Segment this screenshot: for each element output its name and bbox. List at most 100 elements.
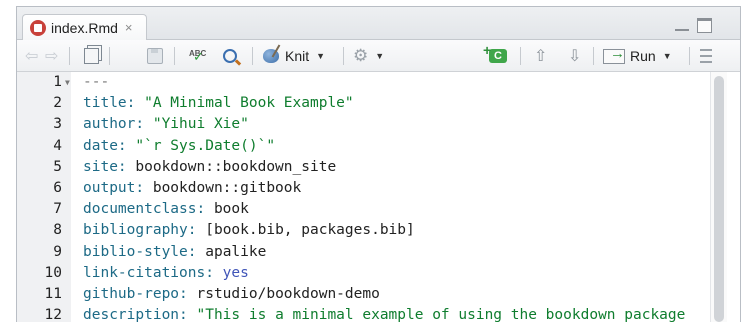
insert-chunk-button[interactable]: C xyxy=(483,43,507,66)
code-text: author: "Yihui Xie" xyxy=(83,114,249,135)
settings-dropdown-icon: ▼ xyxy=(375,51,385,61)
line-number: 9 xyxy=(53,243,62,260)
yaml-value: book xyxy=(205,201,249,218)
line-number: 12 xyxy=(44,307,62,322)
vertical-scrollbar[interactable] xyxy=(710,72,727,322)
yaml-key: author: xyxy=(83,116,145,133)
yaml-key: site: xyxy=(83,158,127,175)
code-line[interactable]: 6 output: bookdown::gitbook xyxy=(17,178,707,199)
toolbar-divider xyxy=(343,47,344,65)
scrollbar-thumb[interactable] xyxy=(714,76,724,322)
yaml-value: bookdown::gitbook xyxy=(144,179,302,196)
code-text: --- xyxy=(83,72,109,93)
tab-strip: index.Rmd × xyxy=(17,7,740,40)
run-button[interactable]: Run ▼ xyxy=(603,45,672,66)
line-number: 5 xyxy=(53,158,62,175)
maximize-pane-icon[interactable] xyxy=(697,18,712,33)
tab-close-icon[interactable]: × xyxy=(125,20,133,35)
spellcheck-button[interactable]: ABC ✓ xyxy=(189,44,211,64)
code-line[interactable]: 9 biblio-style: apalike xyxy=(17,242,707,263)
show-in-new-window-button[interactable] xyxy=(84,46,99,66)
code-text: documentclass: book xyxy=(83,199,249,220)
knit-label: Knit xyxy=(285,48,310,64)
toolbar-divider xyxy=(689,47,690,65)
toolbar-divider xyxy=(520,47,521,65)
code-line[interactable]: 10 link-citations: yes xyxy=(17,263,707,284)
knit-dropdown-icon: ▼ xyxy=(316,51,326,61)
yaml-key: documentclass: xyxy=(83,201,206,218)
code-text: link-citations: yes xyxy=(83,263,249,284)
yaml-value: bookdown::bookdown_site xyxy=(126,158,337,175)
code-lines: 1 ▼ --- 2 title: "A Minimal Book Example" 3 au… xyxy=(17,72,707,322)
line-number: 2 xyxy=(53,95,62,112)
previous-section-button[interactable]: ⇧ xyxy=(534,46,547,66)
spellcheck-icon: ABC ✓ xyxy=(189,49,207,64)
fold-toggle-icon[interactable]: ▼ xyxy=(65,72,70,93)
forward-button[interactable]: ⇨ xyxy=(45,46,58,66)
toolbar-divider xyxy=(109,47,110,65)
back-button[interactable]: ⇦ xyxy=(25,46,38,66)
yaml-value: apalike xyxy=(196,243,267,260)
code-line[interactable]: 3 author: "Yihui Xie" xyxy=(17,114,707,135)
line-number: 6 xyxy=(53,179,62,196)
tab-index-rmd[interactable]: index.Rmd × xyxy=(22,14,147,40)
yaml-key: description: xyxy=(83,307,188,322)
editor-toolbar: ⇦ ⇨ ABC ✓ Knit ▼ ⚙ ▼ + C ⇧ ⇩ → Run ▼ xyxy=(17,40,740,72)
code-editor[interactable]: 1 ▼ --- 2 title: "A Minimal Book Example" 3 au… xyxy=(17,72,740,322)
code-line[interactable]: 2 title: "A Minimal Book Example" xyxy=(17,93,707,114)
yaml-value: "`r Sys.Date()`" xyxy=(126,137,276,154)
save-icon xyxy=(147,48,163,64)
next-section-button[interactable]: ⇩ xyxy=(568,46,581,66)
yaml-value: --- xyxy=(83,74,110,90)
find-replace-button[interactable] xyxy=(223,46,237,66)
forward-arrow-icon: ⇨ xyxy=(45,48,59,65)
code-line[interactable]: 7 documentclass: book xyxy=(17,199,707,220)
document-outline-button[interactable] xyxy=(700,46,712,66)
code-line[interactable]: 11 github-repo: rstudio/bookdown-demo xyxy=(17,284,707,305)
arrow-down-icon: ⇩ xyxy=(568,48,582,65)
code-text: title: "A Minimal Book Example" xyxy=(83,93,354,114)
code-text: bibliography: [book.bib, packages.bib] xyxy=(83,220,415,241)
run-arrow-icon xyxy=(603,45,625,64)
toolbar-divider xyxy=(174,47,175,65)
code-line[interactable]: 1 ▼ --- xyxy=(17,72,707,93)
line-number: 8 xyxy=(53,222,62,239)
back-arrow-icon: ⇦ xyxy=(25,48,39,65)
yaml-key: title: xyxy=(83,95,136,112)
code-text: date: "`r Sys.Date()`" xyxy=(83,136,275,157)
code-text: github-repo: rstudio/bookdown-demo xyxy=(83,284,380,305)
new-window-icon xyxy=(84,48,99,64)
toolbar-divider xyxy=(593,47,594,65)
yaml-key: biblio-style: xyxy=(83,243,197,260)
yaml-value: "A Minimal Book Example" xyxy=(135,95,354,112)
code-line[interactable]: 8 bibliography: [book.bib, packages.bib] xyxy=(17,220,707,241)
yaml-key: link-citations: xyxy=(83,264,214,281)
code-text: output: bookdown::gitbook xyxy=(83,178,301,199)
code-text: site: bookdown::bookdown_site xyxy=(83,157,336,178)
code-line[interactable]: 12 description: "This is a minimal exampl… xyxy=(17,305,707,322)
code-text: description: "This is a minimal example … xyxy=(83,305,685,322)
knit-yarn-icon xyxy=(263,49,279,63)
minimize-pane-icon[interactable] xyxy=(675,29,689,31)
run-label: Run xyxy=(630,48,656,64)
yaml-value: [book.bib, packages.bib] xyxy=(196,222,415,239)
line-number: 1 xyxy=(53,74,62,90)
line-number: 10 xyxy=(44,264,62,281)
yaml-value: "This is a minimal example of using the … xyxy=(187,307,686,322)
yaml-value: rstudio/bookdown-demo xyxy=(187,285,380,302)
rmd-file-icon xyxy=(30,19,46,36)
line-number: 7 xyxy=(53,201,62,218)
yaml-value: "Yihui Xie" xyxy=(144,116,249,133)
outline-icon xyxy=(700,49,712,63)
tab-filename: index.Rmd xyxy=(51,19,118,36)
toolbar-divider xyxy=(69,47,70,65)
yaml-key: output: xyxy=(83,179,145,196)
save-button[interactable] xyxy=(147,46,163,66)
yaml-key: bibliography: xyxy=(83,222,197,239)
code-line[interactable]: 5 site: bookdown::bookdown_site xyxy=(17,157,707,178)
document-settings-button[interactable]: ⚙ ▼ xyxy=(353,46,384,66)
yaml-key: github-repo: xyxy=(83,285,188,302)
yaml-key: date: xyxy=(83,137,127,154)
code-line[interactable]: 4 date: "`r Sys.Date()`" xyxy=(17,136,707,157)
knit-button[interactable]: Knit ▼ xyxy=(263,46,325,66)
